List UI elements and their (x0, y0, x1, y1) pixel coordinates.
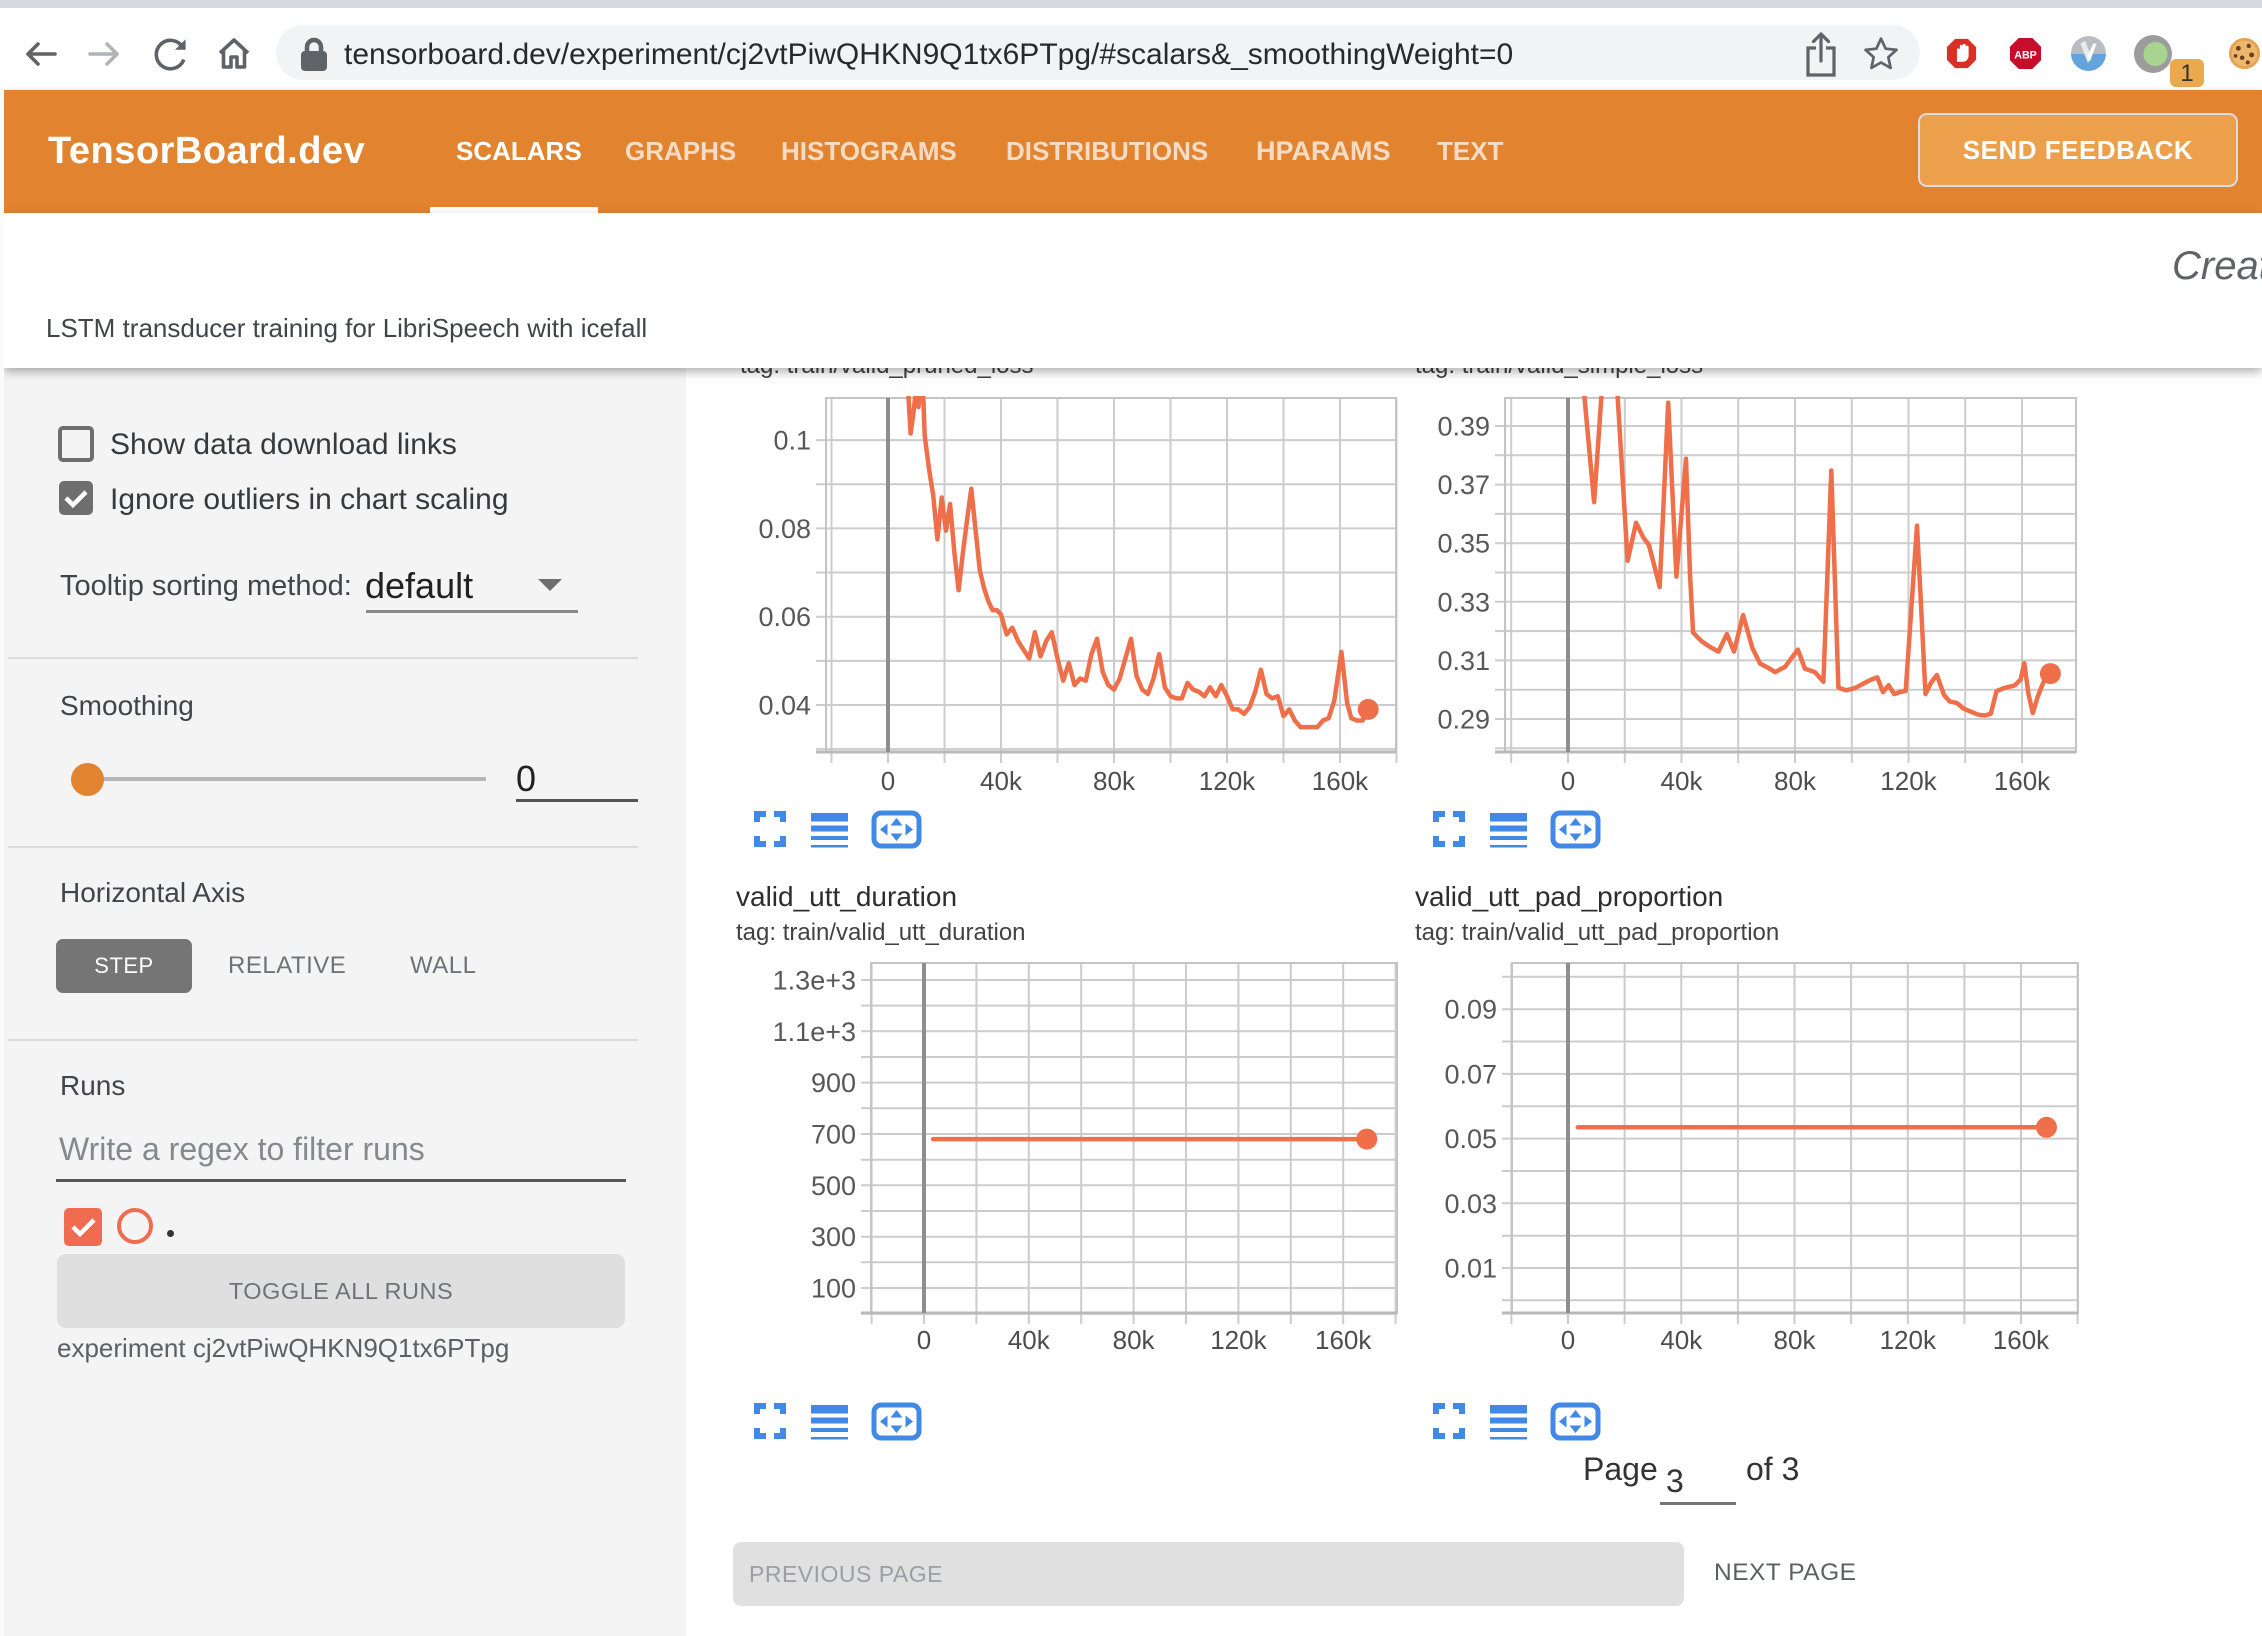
svg-text:160k: 160k (1993, 1325, 2050, 1355)
svg-text:0.08: 0.08 (758, 514, 811, 544)
svg-text:80k: 80k (1774, 1325, 1817, 1355)
svg-text:0.03: 0.03 (1444, 1189, 1497, 1219)
svg-text:100: 100 (811, 1274, 856, 1304)
svg-text:700: 700 (811, 1120, 856, 1150)
svg-text:0.09: 0.09 (1444, 995, 1497, 1025)
svg-text:0: 0 (881, 766, 895, 796)
svg-text:160k: 160k (1312, 766, 1369, 796)
svg-text:120k: 120k (1199, 766, 1256, 796)
svg-text:0.37: 0.37 (1437, 470, 1490, 500)
svg-text:0.1: 0.1 (773, 426, 811, 456)
svg-text:120k: 120k (1880, 1325, 1937, 1355)
svg-text:40k: 40k (1661, 766, 1704, 796)
svg-text:0.29: 0.29 (1437, 705, 1490, 735)
svg-text:900: 900 (811, 1068, 856, 1098)
svg-text:40k: 40k (1008, 1325, 1051, 1355)
svg-text:1: 1 (2180, 60, 2193, 87)
svg-text:0.31: 0.31 (1437, 646, 1490, 676)
svg-text:0: 0 (917, 1325, 931, 1355)
svg-text:500: 500 (811, 1171, 856, 1201)
svg-text:0: 0 (1561, 1325, 1575, 1355)
svg-text:0.33: 0.33 (1437, 587, 1490, 617)
svg-text:0.35: 0.35 (1437, 529, 1490, 559)
svg-text:0.01: 0.01 (1444, 1254, 1497, 1284)
svg-text:40k: 40k (1660, 1325, 1703, 1355)
svg-text:80k: 80k (1093, 766, 1136, 796)
svg-text:0.04: 0.04 (758, 691, 811, 721)
svg-text:160k: 160k (1315, 1325, 1372, 1355)
svg-text:160k: 160k (1994, 766, 2051, 796)
svg-text:1.1e+3: 1.1e+3 (773, 1017, 856, 1047)
svg-text:300: 300 (811, 1222, 856, 1252)
svg-text:0.39: 0.39 (1437, 412, 1490, 442)
svg-text:ABP: ABP (2014, 49, 2037, 61)
svg-text:40k: 40k (980, 766, 1023, 796)
svg-text:80k: 80k (1774, 766, 1817, 796)
svg-text:80k: 80k (1113, 1325, 1156, 1355)
svg-text:0.06: 0.06 (758, 602, 811, 632)
svg-text:120k: 120k (1210, 1325, 1267, 1355)
svg-text:0.07: 0.07 (1444, 1059, 1497, 1089)
svg-text:120k: 120k (1880, 766, 1937, 796)
svg-text:0: 0 (1561, 766, 1575, 796)
svg-text:0.05: 0.05 (1444, 1124, 1497, 1154)
svg-text:1.3e+3: 1.3e+3 (773, 966, 856, 996)
